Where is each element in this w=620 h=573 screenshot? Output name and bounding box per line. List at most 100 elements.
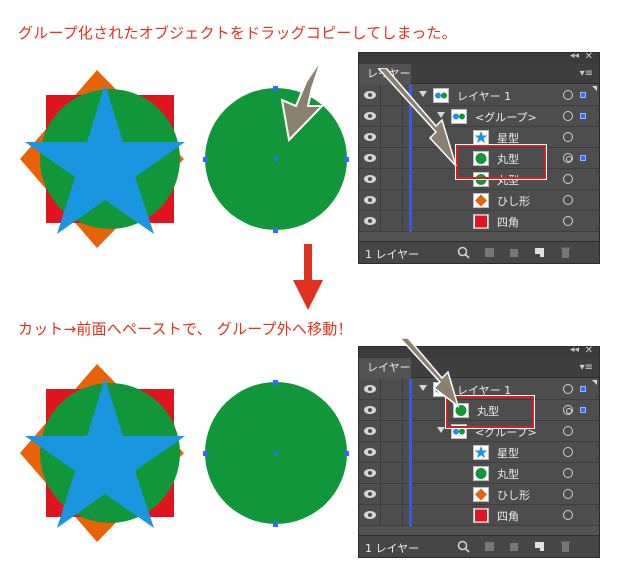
object-row[interactable]: 四角 xyxy=(359,505,599,526)
search-icon[interactable] xyxy=(457,246,470,259)
square-thumb-icon xyxy=(473,508,489,523)
object-row[interactable]: 丸型 xyxy=(359,463,599,484)
new-layer-icon[interactable] xyxy=(533,246,546,259)
row-label: ひし形 xyxy=(497,195,530,208)
object-row[interactable]: 星型 xyxy=(359,442,599,463)
row-label: レイヤー 1 xyxy=(457,384,512,397)
object-row[interactable]: ひし形 xyxy=(359,190,599,211)
circle-thumb-icon xyxy=(473,466,489,481)
row-label: 丸型 xyxy=(477,405,499,418)
row-label: 星型 xyxy=(497,447,519,460)
row-label: 星型 xyxy=(497,132,519,145)
clipping-mask-icon[interactable] xyxy=(483,540,496,553)
panel-menu-icon[interactable]: ▾≡ xyxy=(580,68,593,79)
lock-toggle[interactable] xyxy=(381,421,403,441)
target-icon[interactable] xyxy=(563,132,573,142)
target-icon[interactable] xyxy=(563,489,573,499)
eye-icon[interactable] xyxy=(364,511,376,519)
eye-icon[interactable] xyxy=(364,427,376,435)
target-icon[interactable] xyxy=(563,90,573,100)
selection-indicator xyxy=(580,407,586,413)
eye-icon[interactable] xyxy=(364,133,376,141)
clipping-mask-icon[interactable] xyxy=(483,246,496,259)
new-layer-icon[interactable] xyxy=(533,540,546,553)
diamond-thumb-icon xyxy=(473,487,489,502)
row-label: 丸型 xyxy=(497,468,519,481)
eye-icon[interactable] xyxy=(364,154,376,162)
trash-icon[interactable] xyxy=(559,246,572,259)
close-icon[interactable]: ✕ xyxy=(585,345,593,356)
lock-toggle[interactable] xyxy=(381,505,403,525)
row-label: ひし形 xyxy=(497,489,530,502)
lock-toggle[interactable] xyxy=(381,190,403,210)
target-icon[interactable] xyxy=(563,405,573,415)
lock-toggle[interactable] xyxy=(381,211,403,231)
row-label: 丸型 xyxy=(497,153,519,166)
new-sublayer-icon[interactable] xyxy=(507,540,520,553)
eye-icon[interactable] xyxy=(364,91,376,99)
row-label: 四角 xyxy=(497,510,519,523)
lock-toggle[interactable] xyxy=(381,442,403,462)
search-icon[interactable] xyxy=(457,540,470,553)
caption-bottom: カット→前面へペーストで、 グループ外へ移動！ xyxy=(18,320,353,338)
eye-icon[interactable] xyxy=(364,217,376,225)
group-thumb-icon xyxy=(451,424,467,439)
layer-count: 1 レイヤー xyxy=(365,542,420,555)
square-thumb-icon xyxy=(473,214,489,229)
diamond-thumb-icon xyxy=(473,193,489,208)
selection-indicator xyxy=(580,113,586,119)
star-thumb-icon xyxy=(473,445,489,460)
target-icon[interactable] xyxy=(563,216,573,226)
collapse-icon[interactable]: ◂◂ xyxy=(570,51,579,61)
target-icon[interactable] xyxy=(563,153,573,163)
circle-thumb-icon xyxy=(473,172,489,187)
target-icon[interactable] xyxy=(563,447,573,457)
circle-thumb-icon xyxy=(473,151,489,166)
target-icon[interactable] xyxy=(563,468,573,478)
eye-icon[interactable] xyxy=(364,385,376,393)
artwork-after xyxy=(20,364,349,542)
selection-indicator xyxy=(580,155,586,161)
object-row[interactable]: ひし形 xyxy=(359,484,599,505)
row-label: 四角 xyxy=(497,216,519,229)
target-icon[interactable] xyxy=(563,174,573,184)
eye-icon[interactable] xyxy=(364,490,376,498)
object-row[interactable]: 丸型 xyxy=(359,400,599,421)
collapse-icon[interactable]: ◂◂ xyxy=(570,345,579,355)
eye-icon[interactable] xyxy=(364,406,376,414)
eye-icon[interactable] xyxy=(364,196,376,204)
row-label: <グループ> xyxy=(475,111,537,124)
selection-indicator xyxy=(580,386,586,392)
target-icon[interactable] xyxy=(563,195,573,205)
group-row[interactable]: <グループ> xyxy=(359,421,599,442)
lock-toggle[interactable] xyxy=(381,169,403,189)
lock-toggle[interactable] xyxy=(381,463,403,483)
new-sublayer-icon[interactable] xyxy=(507,246,520,259)
target-icon[interactable] xyxy=(563,111,573,121)
pointer-arrow xyxy=(400,338,460,408)
panel-menu-icon[interactable]: ▾≡ xyxy=(580,362,593,373)
object-row[interactable]: 四角 xyxy=(359,211,599,232)
target-icon[interactable] xyxy=(563,384,573,394)
lock-toggle[interactable] xyxy=(381,484,403,504)
row-label: レイヤー 1 xyxy=(457,90,512,103)
layer-row[interactable]: レイヤー 1 xyxy=(359,379,599,400)
selection-indicator xyxy=(580,92,586,98)
chevron-down-icon[interactable] xyxy=(437,427,445,433)
object-row[interactable]: 丸型 xyxy=(359,169,599,190)
caption-top: グループ化されたオブジェクトをドラッグコピーしてしまった。 xyxy=(18,24,457,42)
panel-footer: 1 レイヤー xyxy=(359,241,599,263)
layers-panel-after: ◂◂ ✕ レイヤー ▾≡ レイヤー 1 丸型 <グループ> 星型 丸型 ひし形 … xyxy=(358,345,600,558)
row-label: <グループ> xyxy=(475,426,537,439)
row-label: 丸型 xyxy=(497,174,519,187)
close-icon[interactable]: ✕ xyxy=(585,51,593,62)
pointer-arrow xyxy=(378,68,457,167)
panel-footer: 1 レイヤー xyxy=(359,535,599,557)
target-icon[interactable] xyxy=(563,510,573,520)
eye-icon[interactable] xyxy=(364,112,376,120)
eye-icon[interactable] xyxy=(364,469,376,477)
trash-icon[interactable] xyxy=(559,540,572,553)
target-icon[interactable] xyxy=(563,426,573,436)
eye-icon[interactable] xyxy=(364,448,376,456)
eye-icon[interactable] xyxy=(364,175,376,183)
